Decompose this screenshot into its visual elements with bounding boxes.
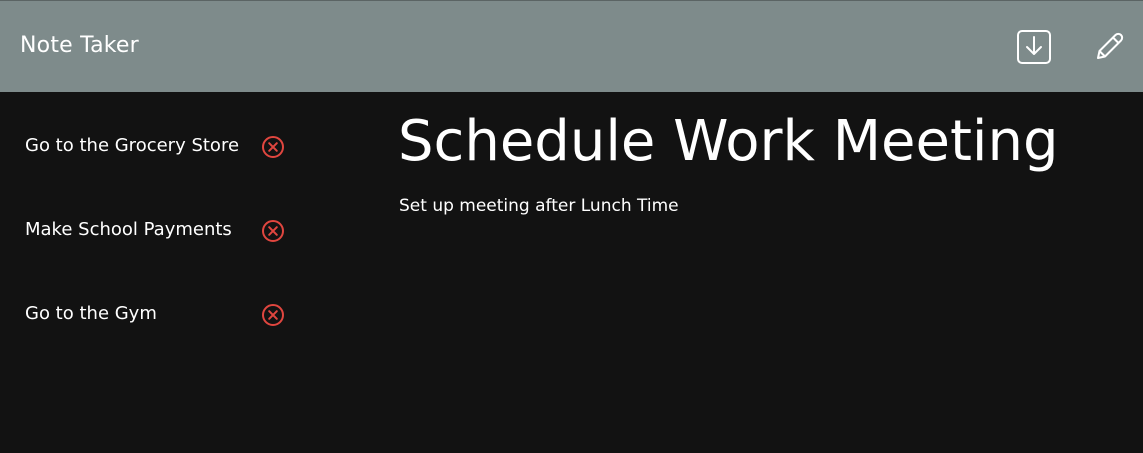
- note-taker-app: Note Taker Go to the Grocery Store Make …: [0, 0, 1143, 453]
- list-item[interactable]: Make School Payments: [0, 209, 364, 249]
- pencil-icon: [1097, 32, 1124, 59]
- note-list-title: Go to the Gym: [25, 303, 157, 324]
- delete-note-button[interactable]: [261, 219, 285, 243]
- close-circle-icon: [262, 136, 284, 158]
- close-circle-icon: [262, 304, 284, 326]
- note-list-title: Go to the Grocery Store: [25, 135, 240, 156]
- close-circle-icon: [262, 220, 284, 242]
- list-item[interactable]: Go to the Gym: [0, 293, 364, 333]
- delete-note-button[interactable]: [261, 135, 285, 159]
- note-body: Set up meeting after Lunch Time: [399, 196, 679, 216]
- notes-sidebar: Go to the Grocery Store Make School Paym…: [0, 92, 364, 453]
- note-list-title: Make School Payments: [25, 219, 232, 240]
- delete-note-button[interactable]: [261, 303, 285, 327]
- note-title: Schedule Work Meeting: [398, 109, 1059, 174]
- save-note-button[interactable]: [1016, 29, 1052, 65]
- list-item[interactable]: Go to the Grocery Store: [0, 125, 364, 165]
- new-note-button[interactable]: [1091, 29, 1127, 65]
- save-download-icon: [1017, 30, 1051, 64]
- top-navbar: Note Taker: [0, 0, 1143, 92]
- app-title[interactable]: Note Taker: [20, 31, 139, 61]
- note-view: Schedule Work Meeting Set up meeting aft…: [364, 92, 1143, 453]
